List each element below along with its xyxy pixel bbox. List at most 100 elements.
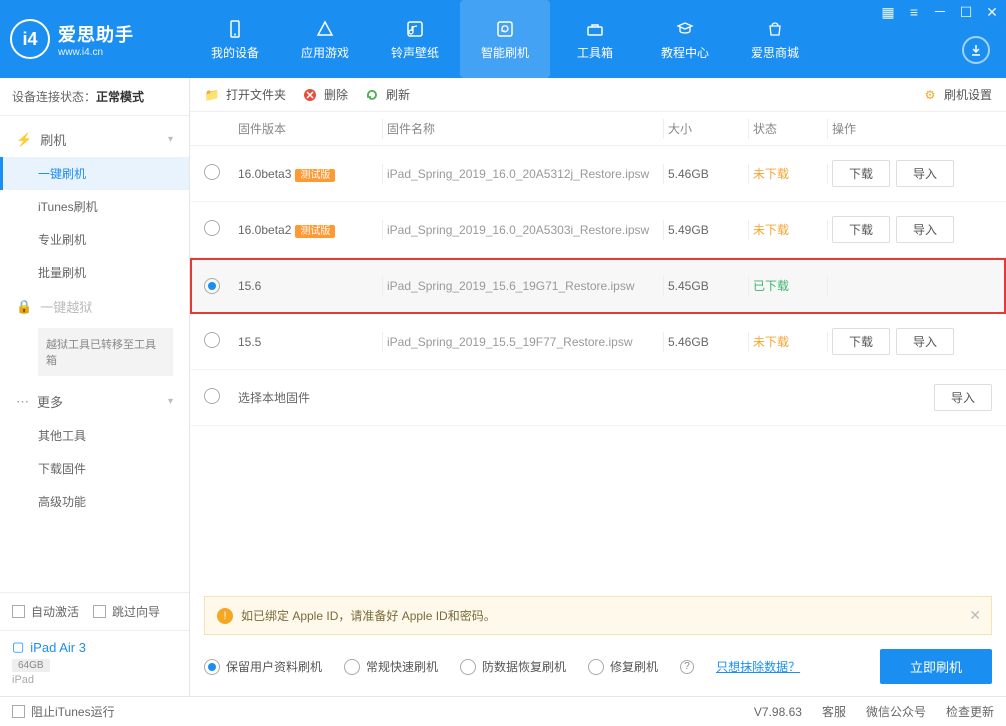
nav-label: 工具箱	[577, 44, 613, 61]
device-status-label: 设备连接状态：	[12, 90, 96, 104]
firmware-name: iPad_Spring_2019_15.5_19F77_Restore.ipsw	[387, 335, 659, 349]
nav-apps[interactable]: 应用游戏	[280, 0, 370, 78]
nav-store[interactable]: 爱思商城	[730, 0, 820, 78]
firmware-status: 未下载	[753, 333, 823, 350]
import-button[interactable]: 导入	[934, 384, 992, 411]
tutorial-icon	[674, 18, 696, 40]
nav-toolbox[interactable]: 工具箱	[550, 0, 640, 78]
erase-data-link[interactable]: 只想抹除数据？	[716, 658, 800, 675]
firmware-row[interactable]: 选择本地固件 导入	[190, 370, 1006, 426]
row-radio[interactable]	[204, 278, 220, 294]
option-repair[interactable]: 修复刷机	[588, 658, 658, 675]
toolbox-icon	[584, 18, 606, 40]
lock-icon: 🔒	[16, 299, 32, 315]
import-button[interactable]: 导入	[896, 328, 954, 355]
sidebar-group-label: 一键越狱	[40, 297, 92, 316]
sidebar-group-more[interactable]: ⋯ 更多 ▾	[0, 384, 189, 419]
button-label: 刷新	[386, 86, 410, 103]
firmware-table: 16.0beta3测试版 iPad_Spring_2019_16.0_20A53…	[190, 146, 1006, 426]
firmware-row[interactable]: 16.0beta3测试版 iPad_Spring_2019_16.0_20A53…	[190, 146, 1006, 202]
beta-badge: 测试版	[295, 169, 335, 182]
firmware-size: 5.46GB	[668, 335, 744, 349]
row-radio[interactable]	[204, 220, 220, 236]
firmware-size: 5.46GB	[668, 167, 744, 181]
nav-tutorials[interactable]: 教程中心	[640, 0, 730, 78]
open-folder-button[interactable]: 📁 打开文件夹	[204, 86, 286, 103]
option-label: 保留用户资料刷机	[226, 658, 322, 675]
firmware-row[interactable]: 15.5 iPad_Spring_2019_15.5_19F77_Restore…	[190, 314, 1006, 370]
download-button[interactable]: 下载	[832, 160, 890, 187]
nav-ringtone[interactable]: 铃声壁纸	[370, 0, 460, 78]
wechat-link[interactable]: 微信公众号	[866, 703, 926, 720]
apple-id-alert: ! 如已绑定 Apple ID，请准备好 Apple ID和密码。 ✕	[204, 596, 992, 635]
checkbox-label: 阻止iTunes运行	[31, 703, 115, 720]
flash-options: 保留用户资料刷机 常规快速刷机 防数据恢复刷机 修复刷机 ? 只想抹除数据？ 立…	[190, 635, 1006, 696]
sidebar-group-label: 更多	[37, 392, 63, 411]
row-radio[interactable]	[204, 332, 220, 348]
sidebar-item-oneclick-flash[interactable]: 一键刷机	[0, 157, 189, 190]
sidebar-group-label: 刷机	[40, 130, 66, 149]
sidebar-options: 自动激活 跳过向导	[0, 592, 189, 630]
logo-icon: i4	[10, 19, 50, 59]
row-radio[interactable]	[204, 164, 220, 180]
version-label: V7.98.63	[754, 705, 802, 719]
checkbox-label: 自动激活	[31, 603, 79, 620]
help-icon[interactable]: ?	[680, 660, 694, 674]
sidebar-item-itunes-flash[interactable]: iTunes刷机	[0, 190, 189, 223]
sidebar-item-advanced[interactable]: 高级功能	[0, 485, 189, 518]
firmware-row[interactable]: 15.6 iPad_Spring_2019_15.6_19G71_Restore…	[190, 258, 1006, 314]
button-label: 删除	[324, 86, 348, 103]
download-button[interactable]: 下载	[832, 216, 890, 243]
nav-my-device[interactable]: 我的设备	[190, 0, 280, 78]
refresh-button[interactable]: 刷新	[364, 86, 410, 103]
import-button[interactable]: 导入	[896, 216, 954, 243]
option-keep-data[interactable]: 保留用户资料刷机	[204, 658, 322, 675]
alert-text: 如已绑定 Apple ID，请准备好 Apple ID和密码。	[241, 607, 496, 624]
beta-badge: 测试版	[295, 225, 335, 238]
refresh-icon	[494, 18, 516, 40]
apps-icon	[314, 18, 336, 40]
import-button[interactable]: 导入	[896, 160, 954, 187]
status-bar: 阻止iTunes运行 V7.98.63 客服 微信公众号 检查更新	[0, 696, 1006, 726]
support-link[interactable]: 客服	[822, 703, 846, 720]
delete-icon	[302, 87, 318, 103]
device-capacity: 64GB	[12, 659, 50, 672]
menu-icon[interactable]: ≡	[906, 4, 922, 20]
sidebar: 设备连接状态：正常模式 ⚡ 刷机 ▾ 一键刷机 iTunes刷机 专业刷机 批量…	[0, 78, 190, 696]
firmware-status: 已下载	[753, 277, 823, 294]
maximize-icon[interactable]: ☐	[958, 4, 974, 20]
device-info[interactable]: ▢iPad Air 3 64GB iPad	[0, 630, 189, 696]
check-update-link[interactable]: 检查更新	[946, 703, 994, 720]
chevron-down-icon: ▾	[168, 134, 173, 145]
ipad-icon: ▢	[12, 639, 24, 655]
download-button[interactable]: 下载	[832, 328, 890, 355]
minimize-icon[interactable]: －	[932, 4, 948, 20]
firmware-row[interactable]: 16.0beta2测试版 iPad_Spring_2019_16.0_20A53…	[190, 202, 1006, 258]
sidebar-item-download-firmware[interactable]: 下载固件	[0, 452, 189, 485]
firmware-name: iPad_Spring_2019_15.6_19G71_Restore.ipsw	[387, 279, 659, 293]
sidebar-group-flash[interactable]: ⚡ 刷机 ▾	[0, 122, 189, 157]
grid-icon[interactable]: ▦	[880, 4, 896, 20]
folder-icon: 📁	[204, 87, 220, 103]
delete-button[interactable]: 删除	[302, 86, 348, 103]
flash-settings-button[interactable]: ⚙ 刷机设置	[922, 86, 992, 103]
content: 📁 打开文件夹 删除 刷新 ⚙ 刷机设置 固件版本 固件名称 大小	[190, 78, 1006, 696]
download-indicator-icon[interactable]	[962, 36, 990, 64]
option-anti-recovery[interactable]: 防数据恢复刷机	[460, 658, 566, 675]
row-radio[interactable]	[204, 388, 220, 404]
flash-now-button[interactable]: 立即刷机	[880, 649, 992, 684]
window-controls: ▦ ≡ － ☐ ✕	[880, 4, 1000, 20]
close-icon[interactable]: ✕	[984, 4, 1000, 20]
skip-guide-checkbox[interactable]: 跳过向导	[93, 603, 160, 620]
top-nav: 我的设备 应用游戏 铃声壁纸 智能刷机 工具箱 教程中心 爱思商城	[190, 0, 996, 78]
button-label: 打开文件夹	[226, 86, 286, 103]
sidebar-item-other-tools[interactable]: 其他工具	[0, 419, 189, 452]
sidebar-item-pro-flash[interactable]: 专业刷机	[0, 223, 189, 256]
auto-activate-checkbox[interactable]: 自动激活	[12, 603, 79, 620]
block-itunes-checkbox[interactable]: 阻止iTunes运行	[12, 703, 115, 720]
option-normal[interactable]: 常规快速刷机	[344, 658, 438, 675]
nav-label: 应用游戏	[301, 44, 349, 61]
sidebar-item-batch-flash[interactable]: 批量刷机	[0, 256, 189, 289]
nav-flash[interactable]: 智能刷机	[460, 0, 550, 78]
alert-close-button[interactable]: ✕	[969, 607, 981, 624]
